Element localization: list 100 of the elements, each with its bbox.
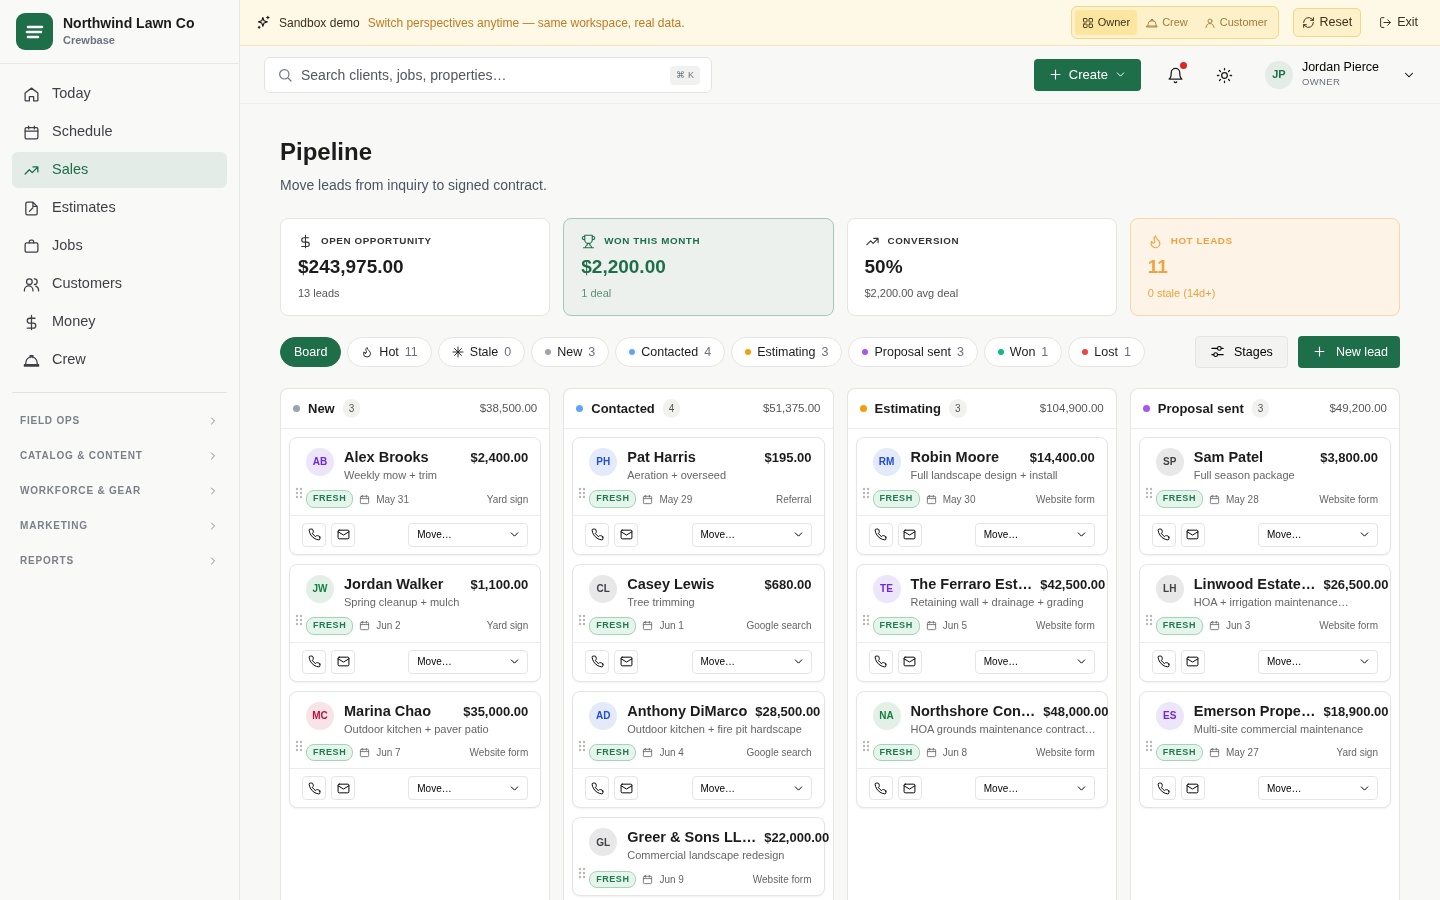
- drag-handle-icon[interactable]: [861, 486, 870, 499]
- lead-card[interactable]: NA Northshore Con… $48,000.00 HOA grounds maintenance contract… FRESH Jun 8 Website form Move…: [855, 690, 1108, 809]
- move-select[interactable]: Move…: [974, 776, 1095, 801]
- call-button[interactable]: [868, 649, 893, 674]
- move-select[interactable]: Move…: [408, 776, 529, 801]
- filter-chip[interactable]: Stale 0: [437, 337, 526, 367]
- drag-handle-icon[interactable]: [1144, 486, 1153, 499]
- drag-handle-icon[interactable]: [578, 740, 587, 753]
- nav-item[interactable]: Today: [12, 76, 227, 112]
- perspective-tab[interactable]: Owner: [1074, 10, 1138, 35]
- nav-item[interactable]: Estimates: [12, 190, 227, 226]
- move-select[interactable]: Move…: [691, 522, 812, 547]
- email-button[interactable]: [897, 776, 922, 801]
- email-button[interactable]: [614, 522, 639, 547]
- move-select[interactable]: Move…: [408, 649, 529, 674]
- nav-item[interactable]: Sales: [12, 152, 227, 188]
- lead-card[interactable]: MC Marina Chao $35,000.00 Outdoor kitchen + paver patio FRESH Jun 7 Website form Move…: [289, 690, 542, 809]
- trophy-icon: [581, 233, 597, 249]
- section-header[interactable]: MARKETING: [12, 508, 227, 543]
- section-header[interactable]: CATALOG & CONTENT: [12, 438, 227, 473]
- call-button[interactable]: [585, 776, 610, 801]
- lead-card[interactable]: AD Anthony DiMarco $28,500.00 Outdoor kitchen + fire pit hardscape FRESH Jun 4 Google search Move…: [572, 690, 825, 809]
- filter-chip[interactable]: Won 1: [983, 337, 1063, 367]
- drag-handle-icon[interactable]: [578, 613, 587, 626]
- section-header[interactable]: FIELD OPS: [12, 403, 227, 438]
- create-button[interactable]: Create: [1033, 58, 1141, 91]
- reset-button[interactable]: Reset: [1292, 8, 1362, 37]
- lead-card[interactable]: ES Emerson Prope… $18,900.00 Multi-site commercial maintenance FRESH May 27 Yard sign Move…: [1138, 690, 1391, 809]
- email-button[interactable]: [1180, 776, 1205, 801]
- lead-card[interactable]: JW Jordan Walker $1,100.00 Spring cleanup + mulch FRESH Jun 2 Yard sign Move…: [289, 563, 542, 682]
- perspective-tab[interactable]: Customer: [1196, 10, 1275, 35]
- lead-card[interactable]: LH Linwood Estate… $26,500.00 HOA + irrigation maintenance… FRESH Jun 3 Website form Move…: [1138, 563, 1391, 682]
- drag-handle-icon[interactable]: [1144, 740, 1153, 753]
- email-button[interactable]: [331, 776, 355, 801]
- lead-amount: $1,100.00: [470, 575, 529, 594]
- filter-chip[interactable]: Hot 11: [347, 337, 432, 367]
- move-select[interactable]: Move…: [974, 649, 1095, 674]
- call-button[interactable]: [302, 649, 326, 674]
- call-button[interactable]: [868, 776, 893, 801]
- lead-card[interactable]: AB Alex Brooks $2,400.00 Weekly mow + trim FRESH May 31 Yard sign Move…: [289, 437, 542, 555]
- move-select[interactable]: Move…: [974, 522, 1095, 547]
- exit-button[interactable]: Exit: [1373, 12, 1424, 33]
- email-button[interactable]: [614, 649, 639, 674]
- drag-handle-icon[interactable]: [861, 740, 870, 753]
- lead-card[interactable]: PH Pat Harris $195.00 Aeration + overseed FRESH May 29 Referral Move…: [572, 437, 825, 555]
- nav-item[interactable]: Jobs: [12, 228, 227, 264]
- nav-item[interactable]: Customers: [12, 266, 227, 302]
- call-button[interactable]: [302, 776, 326, 801]
- status-tag: FRESH: [1155, 743, 1203, 762]
- call-button[interactable]: [868, 522, 893, 547]
- call-button[interactable]: [302, 522, 326, 547]
- phone-icon: [1157, 655, 1171, 669]
- lead-card[interactable]: RM Robin Moore $14,400.00 Full landscape design + install FRESH May 30 Website form Move…: [855, 437, 1108, 555]
- move-select[interactable]: Move…: [408, 522, 529, 547]
- perspective-tab[interactable]: Crew: [1139, 10, 1195, 35]
- drag-handle-icon[interactable]: [295, 613, 303, 626]
- nav-item[interactable]: Money: [12, 304, 227, 340]
- move-select[interactable]: Move…: [1258, 776, 1378, 801]
- email-button[interactable]: [897, 522, 922, 547]
- email-button[interactable]: [331, 522, 355, 547]
- filter-chip[interactable]: Proposal sent 3: [848, 337, 978, 367]
- new-lead-button[interactable]: New lead: [1297, 336, 1400, 368]
- filter-chip[interactable]: Estimating 3: [731, 337, 843, 367]
- lead-name: Greer & Sons LL…: [627, 828, 757, 848]
- move-select[interactable]: Move…: [691, 649, 812, 674]
- drag-handle-icon[interactable]: [578, 486, 587, 499]
- move-select[interactable]: Move…: [691, 776, 812, 801]
- section-header[interactable]: WORKFORCE & GEAR: [12, 473, 227, 508]
- move-select[interactable]: Move…: [1258, 649, 1378, 674]
- drag-handle-icon[interactable]: [578, 867, 587, 880]
- stages-button[interactable]: Stages: [1194, 336, 1288, 368]
- drag-handle-icon[interactable]: [861, 613, 870, 626]
- drag-handle-icon[interactable]: [1144, 613, 1153, 626]
- nav-item[interactable]: Schedule: [12, 114, 227, 150]
- call-button[interactable]: [585, 649, 610, 674]
- section-header[interactable]: REPORTS: [12, 543, 227, 578]
- lead-amount: $28,500.00: [755, 702, 821, 721]
- user-menu[interactable]: JP Jordan Pierce OWNER: [1264, 59, 1416, 90]
- lead-service: HOA grounds maintenance contract…: [910, 721, 1095, 736]
- move-select[interactable]: Move…: [1258, 522, 1378, 547]
- email-button[interactable]: [897, 649, 922, 674]
- email-button[interactable]: [331, 649, 355, 674]
- email-button[interactable]: [1180, 522, 1205, 547]
- filter-chip[interactable]: Lost 1: [1068, 337, 1145, 367]
- drag-handle-icon[interactable]: [295, 740, 303, 753]
- call-button[interactable]: [585, 522, 610, 547]
- lead-card[interactable]: CL Casey Lewis $680.00 Tree trimming FRESH Jun 1 Google search Move…: [572, 563, 825, 682]
- filter-chip[interactable]: Board: [280, 337, 342, 367]
- email-button[interactable]: [1180, 649, 1205, 674]
- phone-icon: [307, 781, 321, 795]
- call-button[interactable]: [1151, 776, 1176, 801]
- filter-chip[interactable]: New 3: [531, 337, 610, 367]
- filter-chip[interactable]: Contacted 4: [615, 337, 726, 367]
- call-button[interactable]: [1151, 522, 1176, 547]
- call-button[interactable]: [1151, 649, 1176, 674]
- email-button[interactable]: [614, 776, 639, 801]
- lead-card[interactable]: TE The Ferraro Est… $42,500.00 Retaining wall + drainage + grading FRESH Jun 5 Website form Move…: [855, 563, 1108, 682]
- lead-card[interactable]: SP Sam Patel $3,800.00 Full season package FRESH May 28 Website form Move…: [1138, 437, 1391, 555]
- drag-handle-icon[interactable]: [295, 486, 303, 499]
- nav-item[interactable]: Crew: [12, 342, 227, 378]
